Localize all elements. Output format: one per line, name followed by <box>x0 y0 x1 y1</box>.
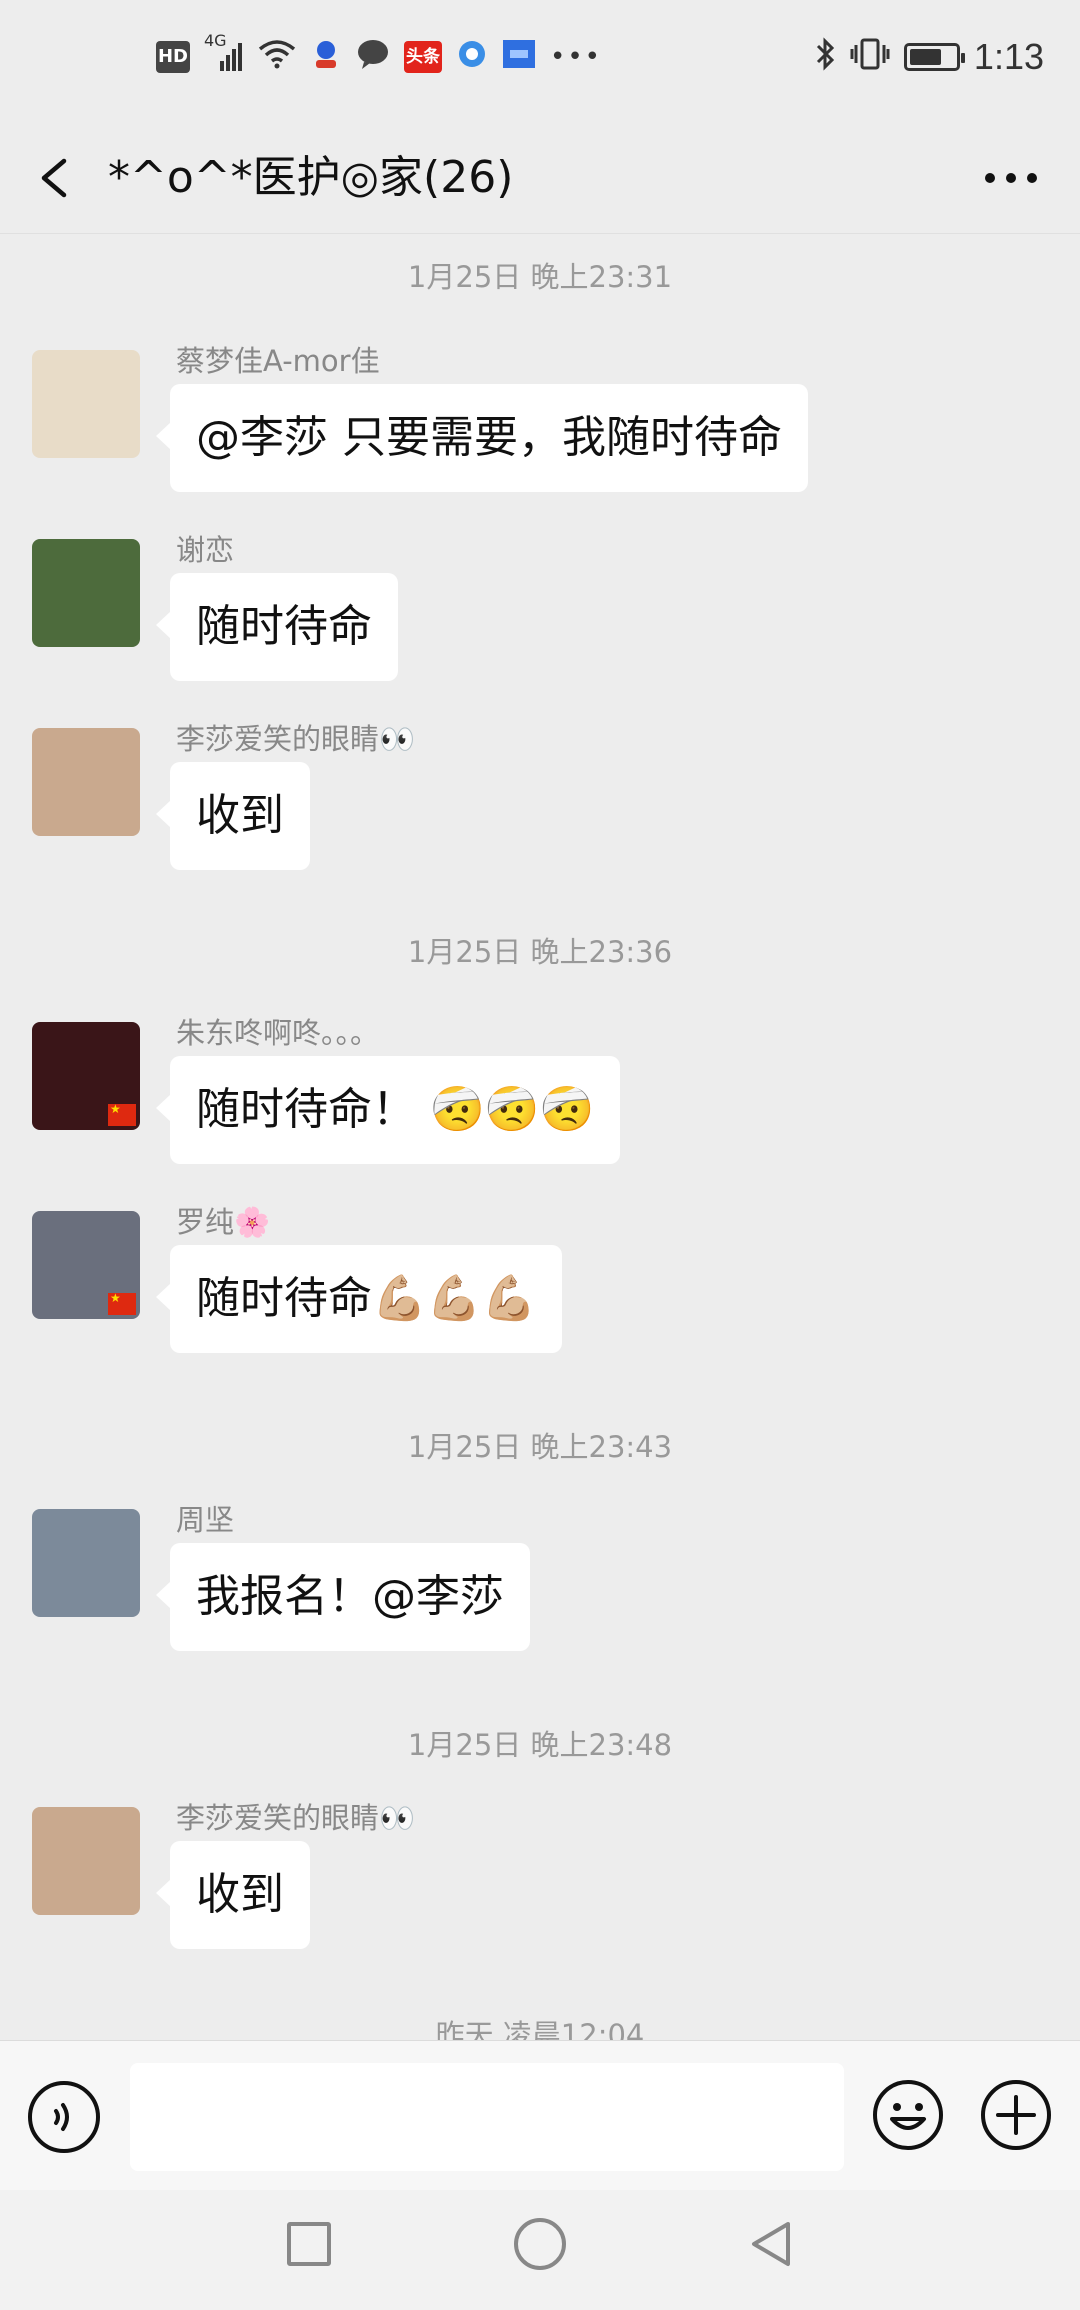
avatar[interactable] <box>32 1211 140 1319</box>
message-bubble[interactable]: 收到 <box>156 1841 310 1949</box>
toutiao-icon: 头条 <box>404 41 442 73</box>
home-button[interactable] <box>514 2218 566 2270</box>
timestamp: 1月25日 晚上23:36 <box>407 935 673 969</box>
sender-name: 蔡梦佳A-mor佳 <box>176 344 380 378</box>
china-flag-icon <box>108 1291 136 1315</box>
system-back-button[interactable] <box>744 2218 796 2270</box>
message-bubble[interactable]: 收到 <box>156 762 310 870</box>
avatar[interactable] <box>32 350 140 458</box>
status-time: 1:13 <box>973 36 1044 77</box>
message-list[interactable]: 1月25日 晚上23:31 蔡梦佳A-mor佳 @李莎 只要需要，我随时待命谢恋随时… <box>0 234 1080 2040</box>
chat-info-button[interactable] <box>976 145 1046 211</box>
input-bar <box>0 2040 1080 2191</box>
timestamp: 1月25日 晚上23:43 <box>407 1430 673 1464</box>
sender-name: 朱东咚啊咚。。。 <box>176 1016 380 1050</box>
chat-title: *^o^*医护◎家(26) <box>108 152 514 203</box>
system-nav-bar <box>0 2190 1080 2310</box>
battery-level-fill <box>909 49 941 65</box>
wifi-icon <box>258 39 296 75</box>
avatar[interactable] <box>32 728 140 836</box>
timestamp: 1月25日 晚上23:31 <box>407 260 673 294</box>
voice-icon <box>54 2103 69 2131</box>
message-bubble[interactable]: 随时待命💪🏼💪🏼💪🏼 <box>155 1245 563 1353</box>
more-icon <box>985 173 1037 183</box>
emoji-button[interactable] <box>870 2077 946 2153</box>
sender-name: 谢恋 <box>176 533 235 567</box>
message-bubble[interactable]: 随时待命！ 🤕🤕🤕 <box>155 1056 621 1164</box>
message-input[interactable] <box>130 2063 844 2171</box>
triangle-back-icon <box>752 2222 790 2266</box>
avatar[interactable] <box>32 1022 140 1130</box>
app-icon <box>502 38 536 76</box>
sender-name: 罗纯🌸 <box>176 1205 271 1239</box>
battery-icon <box>903 43 965 71</box>
signal-icon: 4G <box>204 33 244 73</box>
timestamp: 1月25日 晚上23:48 <box>407 1728 673 1762</box>
status-bar: HD 4G 头条 ••• 1:13 <box>0 0 1080 125</box>
message-bubble[interactable]: 随时待命 <box>156 573 398 681</box>
browser-icon <box>456 38 488 76</box>
chat-title-bar: *^o^*医护◎家(26) <box>0 125 1080 234</box>
more-notifications-icon: ••• <box>550 42 603 72</box>
back-button[interactable] <box>30 145 90 211</box>
network-type-label: 4G <box>204 31 227 50</box>
plus-icon <box>981 2080 1051 2150</box>
voice-input-button[interactable] <box>28 2081 100 2153</box>
avatar[interactable] <box>32 539 140 647</box>
status-icons-left: HD 4G 头条 ••• <box>156 33 603 76</box>
vibrate-icon <box>850 37 890 77</box>
smiley-icon <box>873 2080 943 2150</box>
status-icons-right: 1:13 <box>814 36 1044 78</box>
chat-notification-icon <box>356 38 390 76</box>
hd-icon: HD <box>156 41 190 73</box>
sender-name: 周坚 <box>176 1503 235 1537</box>
recent-apps-button[interactable] <box>287 2222 331 2266</box>
sender-name: 李莎爱笑的眼睛👀 <box>176 722 416 756</box>
more-actions-button[interactable] <box>978 2077 1054 2153</box>
avatar[interactable] <box>32 1509 140 1617</box>
message-bubble[interactable]: 我报名！@李莎 <box>156 1543 530 1651</box>
chevron-left-icon <box>41 158 67 198</box>
sender-name: 李莎爱笑的眼睛👀 <box>176 1801 416 1835</box>
bluetooth-icon <box>814 37 836 77</box>
baidu-icon <box>310 38 342 76</box>
timestamp: 昨天 凌晨12:04 <box>435 2018 645 2040</box>
china-flag-icon <box>108 1102 136 1126</box>
avatar[interactable] <box>32 1807 140 1915</box>
message-bubble[interactable]: @李莎 只要需要，我随时待命 <box>156 384 808 492</box>
